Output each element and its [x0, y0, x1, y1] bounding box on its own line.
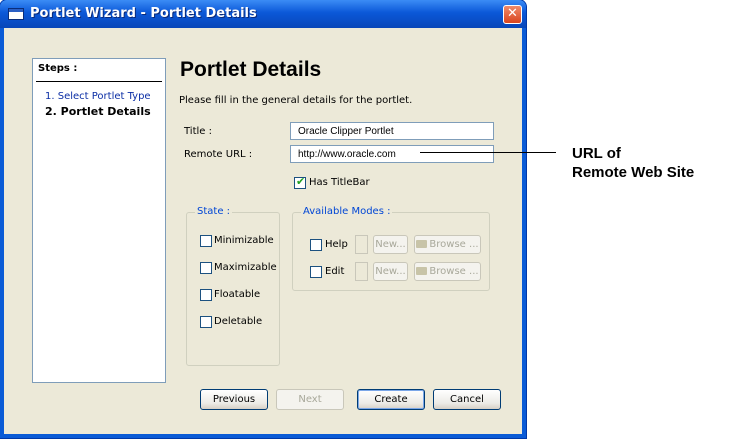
help-browse-label: Browse ...	[429, 239, 479, 250]
help-browse-button[interactable]: Browse ...	[414, 235, 481, 254]
steps-title: Steps :	[38, 63, 78, 74]
edit-mode-label: Edit	[325, 266, 345, 277]
help-mode-checkbox[interactable]	[310, 239, 322, 251]
page-description: Please fill in the general details for t…	[179, 95, 413, 106]
edit-browse-label: Browse ...	[429, 266, 479, 277]
available-modes-group: Available Modes : Help New... Browse ...…	[292, 206, 490, 291]
minimizable-label: Minimizable	[214, 235, 274, 246]
steps-panel: Steps : 1. Select Portlet Type 2. Portle…	[32, 58, 166, 383]
edit-new-button[interactable]: New...	[373, 262, 408, 281]
state-group: State : Minimizable Maximizable Floatabl…	[186, 206, 280, 366]
window-icon	[8, 8, 24, 20]
callout-line	[420, 152, 556, 153]
has-titlebar-label: Has TitleBar	[309, 177, 370, 188]
remote-url-input[interactable]: http://www.oracle.com	[290, 145, 494, 163]
wizard-window: Portlet Wizard - Portlet Details ✕ Steps…	[0, 0, 526, 438]
edit-mode-path-field	[355, 262, 368, 281]
next-button[interactable]: Next	[276, 389, 344, 410]
available-modes-legend: Available Modes :	[301, 206, 393, 217]
floatable-checkbox[interactable]	[200, 289, 212, 301]
folder-icon	[416, 240, 428, 248]
title-input[interactable]: Oracle Clipper Portlet	[290, 122, 494, 140]
close-button[interactable]: ✕	[503, 5, 522, 24]
steps-divider	[36, 81, 162, 82]
remote-url-label: Remote URL :	[184, 149, 253, 160]
has-titlebar-checkbox[interactable]: ✔	[294, 175, 306, 189]
window-title: Portlet Wizard - Portlet Details	[30, 6, 257, 21]
page-title: Portlet Details	[180, 58, 322, 81]
title-bar[interactable]: Portlet Wizard - Portlet Details ✕	[0, 0, 526, 28]
previous-button[interactable]: Previous	[200, 389, 268, 410]
dialog-body: Steps : 1. Select Portlet Type 2. Portle…	[4, 28, 522, 434]
cancel-button[interactable]: Cancel	[433, 389, 501, 410]
deletable-checkbox[interactable]	[200, 316, 212, 328]
callout-line-2: Remote Web Site	[572, 164, 695, 181]
minimizable-checkbox[interactable]	[200, 235, 212, 247]
create-button[interactable]: Create	[357, 389, 425, 410]
state-legend: State :	[195, 206, 233, 217]
title-label: Title :	[184, 126, 212, 137]
edit-browse-button[interactable]: Browse ...	[414, 262, 481, 281]
folder-icon	[416, 267, 428, 275]
help-new-button[interactable]: New...	[373, 235, 408, 254]
help-mode-label: Help	[325, 239, 348, 250]
maximizable-label: Maximizable	[214, 262, 277, 273]
callout-line-1: URL of	[572, 145, 621, 162]
step-select-portlet-type[interactable]: 1. Select Portlet Type	[45, 91, 151, 102]
deletable-label: Deletable	[214, 316, 263, 327]
check-icon: ✔	[296, 175, 306, 188]
help-mode-path-field	[355, 235, 368, 254]
step-portlet-details: 2. Portlet Details	[45, 105, 151, 118]
callout-text: URL of Remote Web Site	[572, 144, 694, 182]
floatable-label: Floatable	[214, 289, 261, 300]
edit-mode-checkbox[interactable]	[310, 266, 322, 278]
maximizable-checkbox[interactable]	[200, 262, 212, 274]
